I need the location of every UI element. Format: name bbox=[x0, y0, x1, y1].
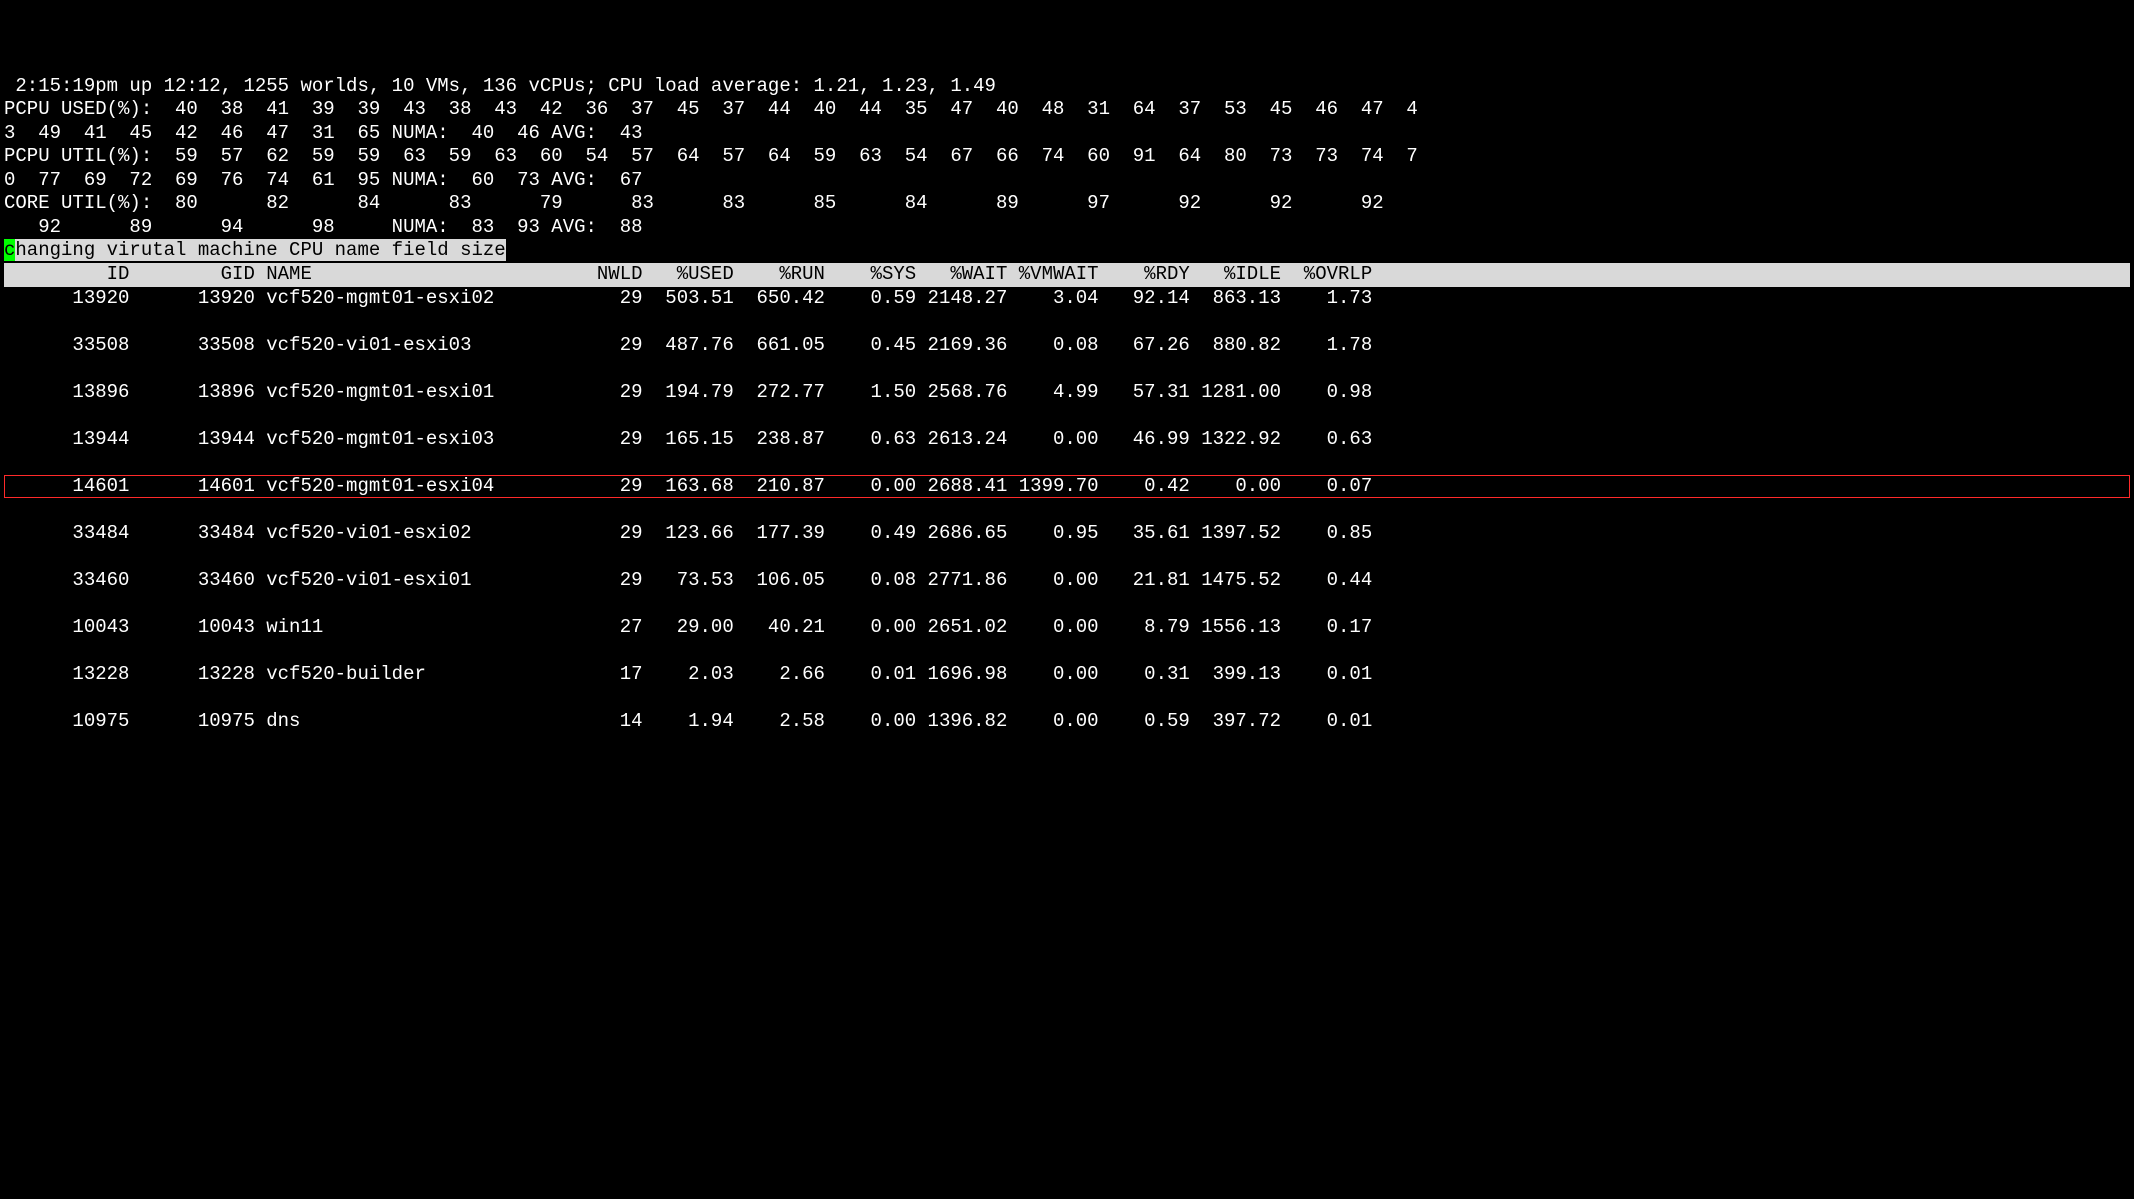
table-row[interactable]: 13920 13920 vcf520-mgmt01-esxi02 29 503.… bbox=[4, 287, 2130, 311]
table-row[interactable]: 10975 10975 dns 14 1.94 2.58 0.00 1396.8… bbox=[4, 710, 2130, 734]
table-row[interactable]: 33460 33460 vcf520-vi01-esxi01 29 73.53 … bbox=[4, 569, 2130, 593]
status-text: hanging virutal machine CPU name field s… bbox=[15, 239, 505, 261]
status-bar: changing virutal machine CPU name field … bbox=[4, 239, 506, 263]
pcpu-used-line2: 3 49 41 45 42 46 47 31 65 NUMA: 40 46 AV… bbox=[4, 122, 643, 144]
pcpu-util-line2: 0 77 69 72 69 76 74 61 95 NUMA: 60 73 AV… bbox=[4, 169, 643, 191]
table-row[interactable]: 13228 13228 vcf520-builder 17 2.03 2.66 … bbox=[4, 663, 2130, 687]
status-cursor: c bbox=[4, 239, 15, 261]
pcpu-used-line1: PCPU USED(%): 40 38 41 39 39 43 38 43 42… bbox=[4, 98, 1418, 120]
table-row[interactable]: 10043 10043 win11 27 29.00 40.21 0.00 26… bbox=[4, 616, 2130, 640]
core-util-line2: 92 89 94 98 NUMA: 83 93 AVG: 88 bbox=[4, 216, 643, 238]
table-row[interactable]: 14601 14601 vcf520-mgmt01-esxi04 29 163.… bbox=[4, 475, 2130, 499]
core-util-line1: CORE UTIL(%): 80 82 84 83 79 83 83 85 84… bbox=[4, 192, 1384, 214]
table-row[interactable]: 33484 33484 vcf520-vi01-esxi02 29 123.66… bbox=[4, 522, 2130, 546]
table-row[interactable]: 13944 13944 vcf520-mgmt01-esxi03 29 165.… bbox=[4, 428, 2130, 452]
table-row[interactable]: 13896 13896 vcf520-mgmt01-esxi01 29 194.… bbox=[4, 381, 2130, 405]
uptime-line: 2:15:19pm up 12:12, 1255 worlds, 10 VMs,… bbox=[4, 75, 996, 97]
table-row[interactable]: 33508 33508 vcf520-vi01-esxi03 29 487.76… bbox=[4, 334, 2130, 358]
table-header: ID GID NAME NWLD %USED %RUN %SYS %WAIT %… bbox=[4, 263, 2130, 287]
pcpu-util-line1: PCPU UTIL(%): 59 57 62 59 59 63 59 63 60… bbox=[4, 145, 1418, 167]
